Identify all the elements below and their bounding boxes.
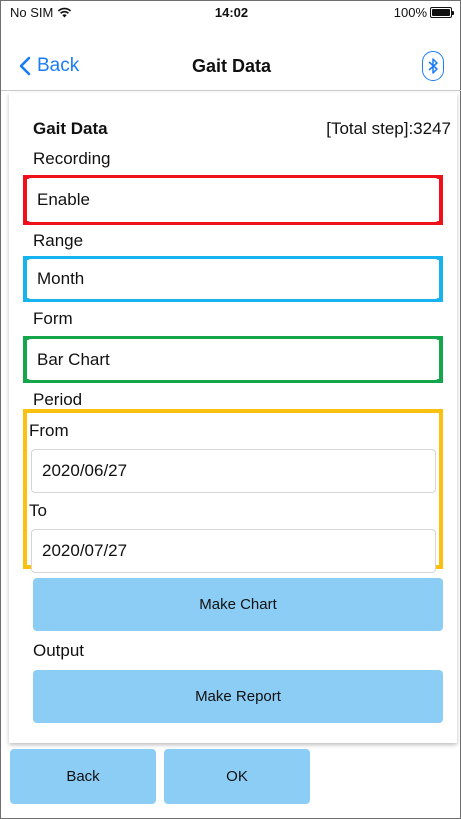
period-label: Period xyxy=(33,390,83,409)
ok-button[interactable]: OK xyxy=(164,749,310,804)
recording-select[interactable]: Enable xyxy=(27,178,439,222)
gait-data-form: Gait Data [Total step]:3247 Recording En… xyxy=(9,93,457,743)
range-label: Range xyxy=(33,231,84,250)
section-title: Gait Data xyxy=(33,119,108,138)
from-date-field[interactable]: 2020/06/27 xyxy=(31,449,436,493)
range-select[interactable]: Month xyxy=(27,259,439,299)
form-label: Form xyxy=(33,309,73,328)
to-date-field[interactable]: 2020/07/27 xyxy=(31,529,436,573)
navigation-bar: Back Gait Data xyxy=(1,41,461,91)
form-select[interactable]: Bar Chart xyxy=(27,339,439,380)
make-chart-button[interactable]: Make Chart xyxy=(33,578,443,631)
nav-back-button[interactable]: Back xyxy=(19,55,79,77)
back-button[interactable]: Back xyxy=(10,749,156,804)
bluetooth-button[interactable] xyxy=(422,51,444,81)
to-label: To xyxy=(29,501,47,520)
recording-label: Recording xyxy=(33,149,111,168)
make-report-button[interactable]: Make Report xyxy=(33,670,443,723)
battery-icon xyxy=(430,7,454,18)
from-label: From xyxy=(29,421,69,440)
app-frame: No SIM 14:02 100% Back Gait Data Gait Da… xyxy=(0,0,461,819)
status-bar: No SIM 14:02 100% xyxy=(1,1,461,23)
battery-group: 100% xyxy=(393,5,454,20)
nav-back-label: Back xyxy=(37,55,80,76)
output-label: Output xyxy=(33,641,85,660)
chevron-left-icon xyxy=(19,56,31,76)
status-time: 14:02 xyxy=(214,5,249,20)
total-step-text: [Total step]:3247 xyxy=(326,119,451,138)
bluetooth-icon xyxy=(428,58,438,74)
battery-percent: 100% xyxy=(393,5,427,20)
